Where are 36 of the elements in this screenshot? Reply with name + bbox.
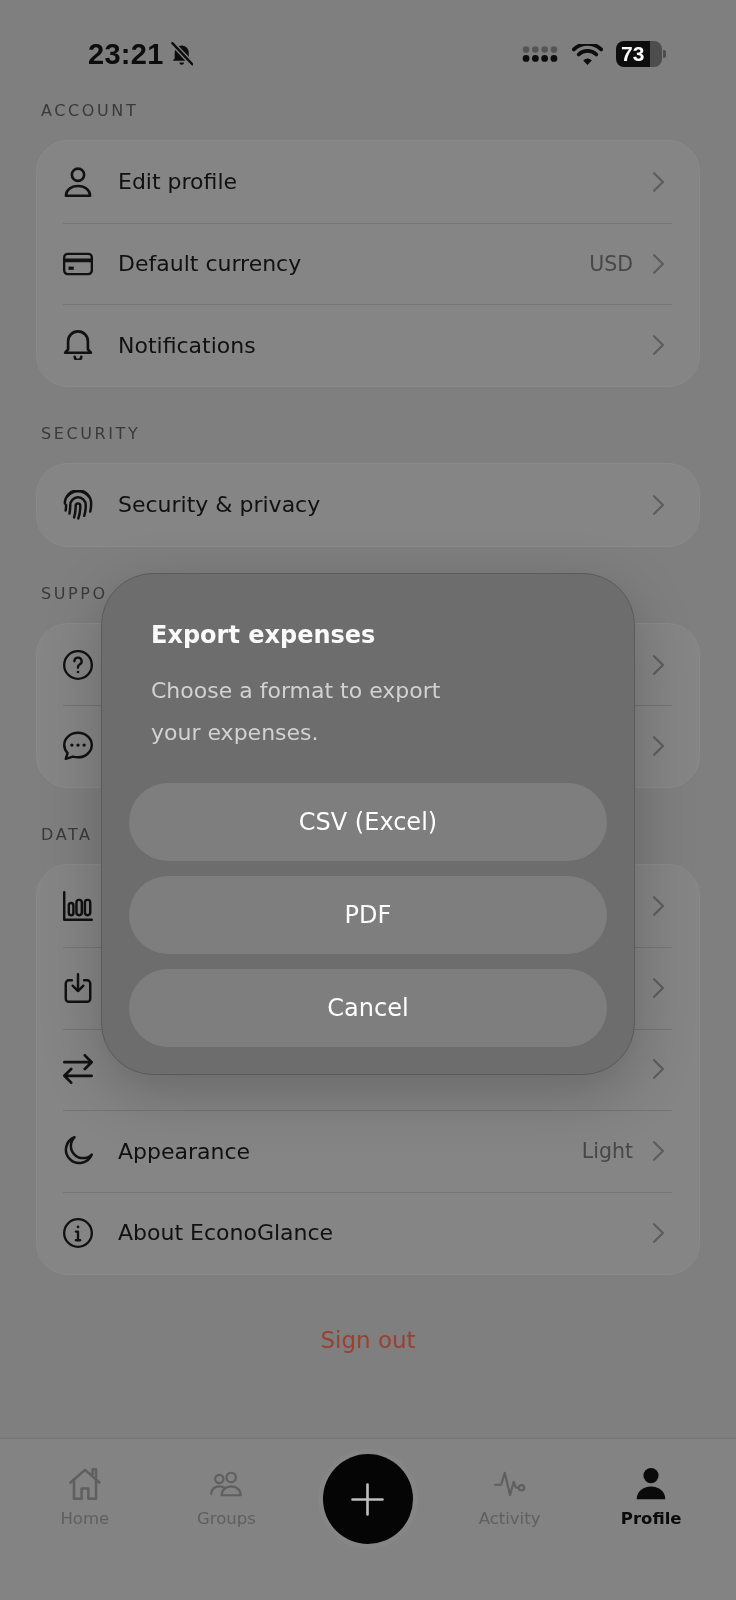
moon-icon	[63, 1136, 93, 1167]
bell-icon	[63, 330, 93, 361]
status-time: 23:21	[88, 37, 164, 72]
signal-icon	[522, 46, 558, 62]
setting-label[interactable]: Edit profile	[118, 169, 238, 195]
section-title: ACCOUNT	[41, 102, 139, 120]
dialog-button[interactable]: PDF	[129, 876, 607, 954]
setting-label[interactable]: Default currency	[118, 251, 302, 277]
setting-label[interactable]: About EconoGlance	[118, 1220, 334, 1246]
swap-arrows-icon	[63, 1054, 93, 1085]
battery-indicator: 73	[616, 41, 666, 67]
dialog-button[interactable]: CSV (Excel)	[129, 783, 607, 861]
bar-chart-icon	[63, 890, 93, 921]
plus-icon	[351, 1482, 385, 1516]
muted-bell-icon	[170, 42, 193, 66]
info-icon	[63, 1217, 93, 1248]
setting-label[interactable]: Notifications	[118, 332, 256, 358]
setting-label[interactable]: Appearance	[118, 1138, 251, 1164]
chat-bubble-icon	[63, 731, 93, 762]
home-icon	[68, 1468, 101, 1500]
section-title: SUPPO	[41, 584, 108, 603]
section-title: SECURITY	[41, 425, 141, 444]
person-icon	[635, 1468, 668, 1500]
dialog-message: Choose a format to export your expenses.	[151, 677, 442, 747]
fingerprint-icon	[63, 489, 93, 520]
wifi-icon	[572, 43, 603, 65]
setting-label[interactable]: Security & privacy	[118, 492, 321, 518]
dialog-button[interactable]: Cancel	[129, 969, 607, 1047]
question-circle-icon	[63, 649, 93, 680]
dialog-title: Export expenses	[151, 620, 377, 650]
setting-value: Light	[581, 1139, 633, 1164]
section-title: DATA	[41, 826, 93, 845]
person-icon	[63, 166, 93, 197]
tab-item[interactable]: Profile	[620, 1439, 682, 1530]
setting-value: USD	[589, 251, 633, 276]
download-tray-icon	[63, 972, 93, 1003]
